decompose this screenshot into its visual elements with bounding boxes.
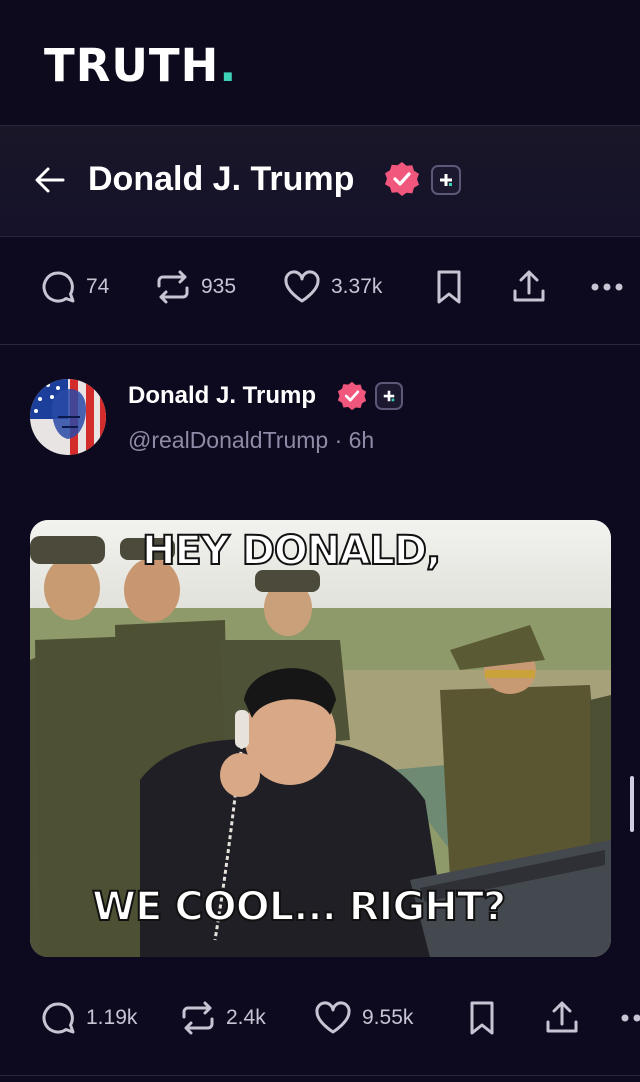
retruth-count: 935 (201, 275, 237, 298)
bookmark-button[interactable] (434, 257, 464, 317)
share-icon (513, 270, 545, 302)
retruth-icon (182, 1001, 214, 1035)
app-header: TRUTH. (0, 0, 640, 125)
retruth-count: 2.4k (226, 1006, 266, 1029)
more-options-button[interactable] (620, 988, 640, 1048)
retruth-button[interactable]: 935 (155, 257, 236, 317)
share-button[interactable] (510, 257, 548, 317)
share-icon (546, 1001, 578, 1033)
truth-plus-badge-icon (375, 382, 403, 410)
verified-badge-icon (337, 381, 367, 411)
heart-icon (315, 1001, 351, 1034)
bookmark-icon (437, 270, 461, 304)
more-icon (591, 283, 623, 291)
meme-caption-top: HEY DONALD, (141, 527, 442, 575)
truth-logo[interactable]: TRUTH. (44, 40, 237, 92)
like-count: 9.55k (362, 1006, 414, 1029)
post-image[interactable]: HEY DONALD, WE COOL... RIGHT? (30, 520, 611, 957)
bookmark-icon (470, 1001, 494, 1035)
scrollbar[interactable] (630, 776, 634, 832)
reply-count: 74 (86, 275, 110, 298)
meme-caption-bottom: WE COOL... RIGHT? (91, 883, 507, 931)
heart-icon (284, 270, 320, 303)
avatar[interactable] (30, 379, 106, 455)
reply-count: 1.19k (86, 1006, 138, 1029)
back-arrow-icon[interactable] (33, 163, 67, 197)
author-name[interactable]: Donald J. Trump (128, 380, 316, 412)
more-options-button[interactable] (590, 257, 626, 317)
post-actions: 1.19k 2.4k 9.55k (0, 988, 640, 1048)
like-count: 3.37k (331, 275, 383, 298)
page-title: Donald J. Trump (88, 160, 355, 198)
share-button[interactable] (543, 988, 581, 1048)
author-handle-timestamp: @realDonaldTrump · 6h (128, 427, 375, 453)
retruth-icon (157, 270, 189, 304)
divider (0, 1075, 640, 1076)
like-button[interactable]: 9.55k (314, 988, 413, 1048)
reply-button[interactable]: 1.19k (40, 988, 137, 1048)
retruth-button[interactable]: 2.4k (180, 988, 266, 1048)
truth-plus-badge-icon (431, 165, 461, 195)
verified-badge-icon (384, 161, 420, 197)
post-actions-top: 74 935 3.37k (0, 257, 640, 317)
reply-button[interactable]: 74 (40, 257, 109, 317)
like-button[interactable]: 3.37k (283, 257, 382, 317)
more-icon (621, 1014, 640, 1022)
divider (0, 344, 640, 345)
bookmark-button[interactable] (467, 988, 497, 1048)
reply-icon (42, 271, 75, 303)
reply-icon (42, 1002, 75, 1034)
